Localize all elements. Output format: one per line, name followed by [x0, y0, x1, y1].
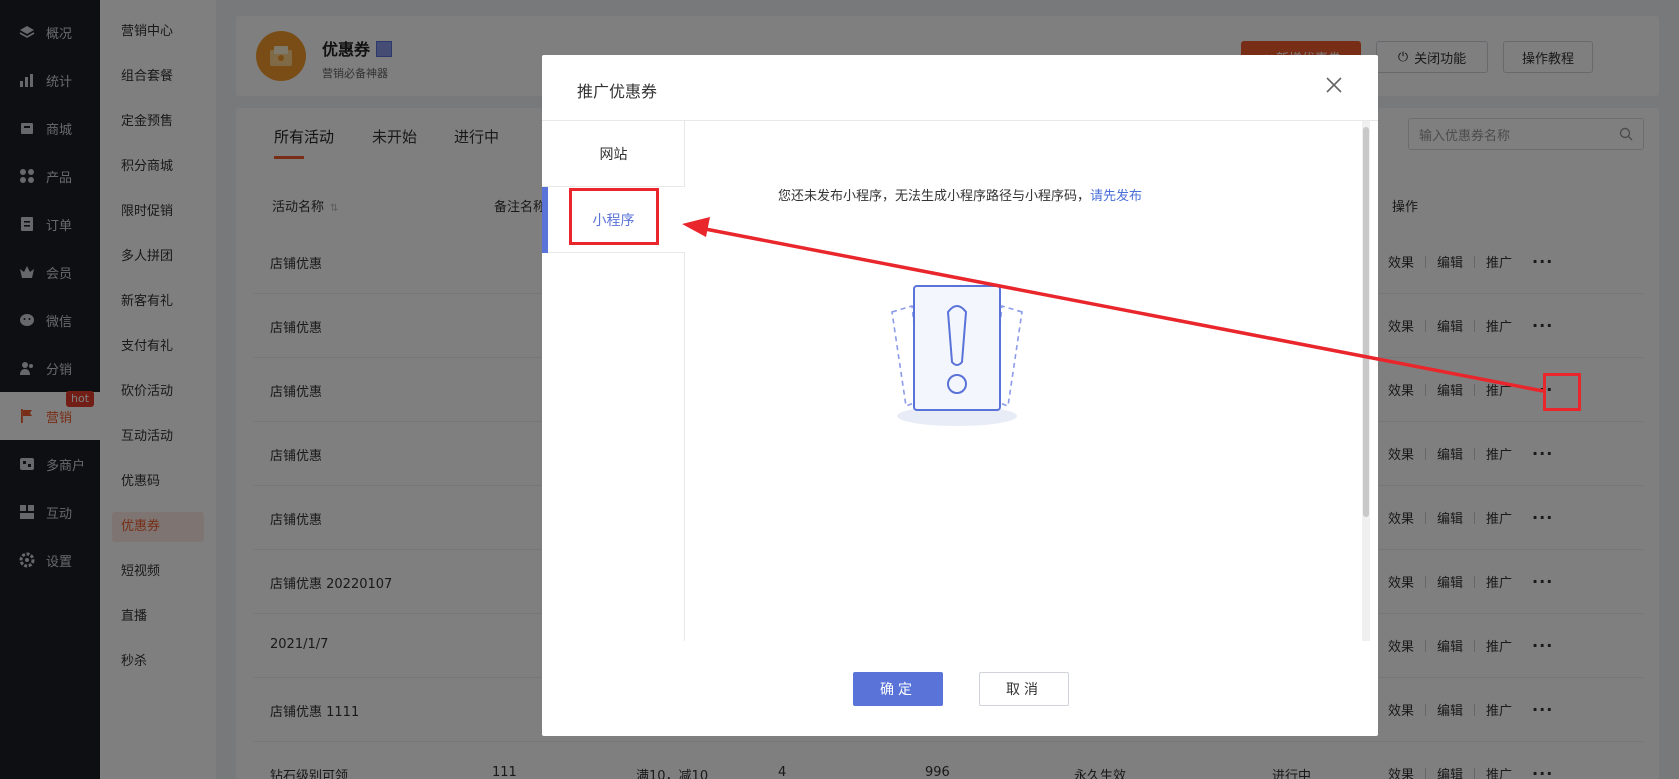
unpublished-message: 您还未发布小程序，无法生成小程序路径与小程序码，请先发布 — [778, 189, 1143, 204]
publish-link[interactable]: 请先发布 — [1090, 189, 1142, 204]
side-tab-website[interactable]: 网站 — [542, 121, 685, 187]
warning-illustration — [882, 280, 1032, 430]
dialog-title: 推广优惠券 — [577, 82, 658, 101]
dialog-scrollbar[interactable] — [1362, 121, 1370, 641]
cancel-button[interactable]: 取消 — [979, 672, 1069, 706]
confirm-button[interactable]: 确定 — [853, 672, 943, 706]
highlight-box-mini-program — [569, 188, 659, 245]
promote-coupon-dialog: 推广优惠券 网站 小程序 您还未发布小程序，无法生成小程序路径与小程序码，请先发… — [542, 55, 1378, 736]
highlight-box-promote — [1543, 373, 1581, 411]
close-icon[interactable] — [1324, 75, 1344, 95]
